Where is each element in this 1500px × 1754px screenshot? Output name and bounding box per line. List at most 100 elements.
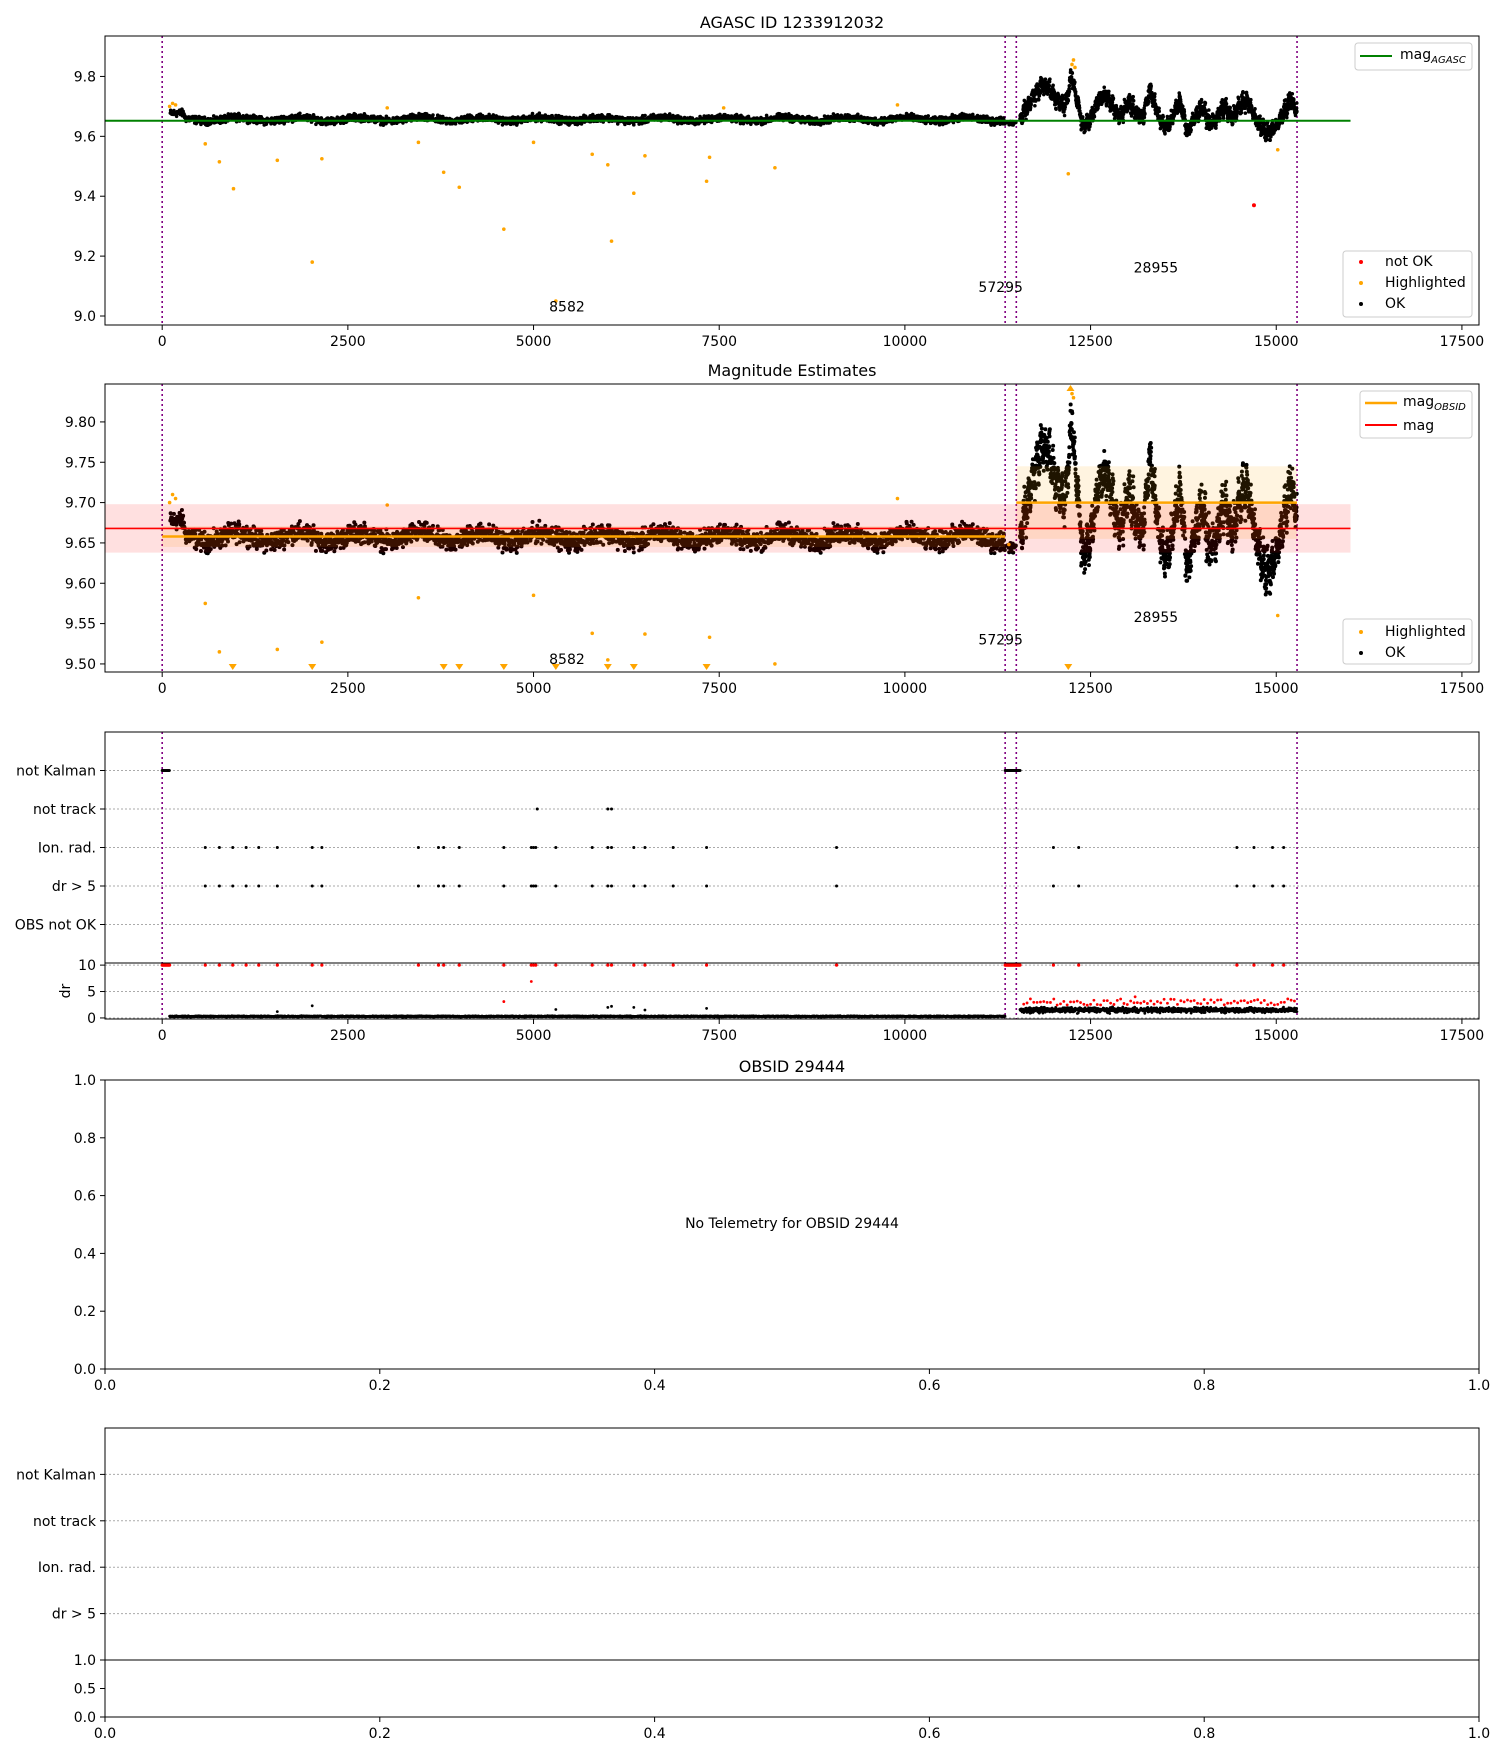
ok-point — [1153, 98, 1157, 102]
ok-point — [1047, 84, 1051, 88]
panel2-title: Magnitude Estimates — [708, 361, 877, 380]
ok-point — [1132, 99, 1136, 103]
y-tick-label: 9.2 — [74, 249, 96, 265]
y-tick-label: 9.0 — [74, 309, 96, 325]
highlighted-point — [632, 191, 636, 195]
ok-point — [926, 114, 930, 118]
highlighted-point — [610, 239, 614, 243]
ok-point — [1088, 122, 1092, 126]
ok-point — [1237, 97, 1241, 101]
y-tick-label: 9.8 — [74, 69, 96, 85]
ok-point — [1073, 80, 1077, 84]
ok-point — [1093, 115, 1097, 119]
ok-point — [431, 113, 435, 117]
ok-point — [1204, 101, 1208, 105]
ok-point — [1153, 92, 1157, 96]
ok-point — [1131, 103, 1135, 107]
highlighted-point — [310, 260, 314, 264]
highlighted-point — [232, 187, 236, 191]
ok-point — [1029, 103, 1033, 107]
ok-point — [1078, 106, 1082, 110]
ok-point — [1181, 105, 1185, 109]
highlighted-point — [385, 106, 389, 110]
ok-point — [1286, 112, 1290, 116]
ok-point — [1182, 110, 1186, 114]
highlighted-point — [457, 185, 461, 189]
ok-point — [1231, 122, 1235, 126]
highlighted-point — [442, 170, 446, 174]
highlighted-point — [168, 105, 172, 109]
highlighted-point — [417, 141, 421, 145]
highlighted-point — [203, 142, 207, 146]
highlighted-point — [276, 158, 280, 162]
highlighted-point — [218, 160, 222, 164]
y-tick-label: 9.4 — [74, 189, 96, 205]
ok-point — [1143, 112, 1147, 116]
x-tick-label: 10000 — [883, 334, 928, 350]
ok-point — [1240, 111, 1244, 115]
highlighted-point — [174, 103, 178, 107]
ok-point — [1207, 108, 1211, 112]
ok-point — [1285, 116, 1289, 120]
highlighted-point — [1070, 63, 1074, 67]
panel1-title: AGASC ID 1233912032 — [700, 13, 884, 32]
ok-point — [1026, 110, 1030, 114]
ok-point — [1077, 101, 1081, 105]
x-tick-label: 17500 — [1440, 334, 1485, 350]
ok-point — [1249, 98, 1253, 102]
obsid-label: 28955 — [1134, 261, 1179, 277]
highlighted-point — [1073, 66, 1077, 70]
ok-point — [1157, 110, 1161, 114]
ok-point — [1295, 110, 1299, 114]
x-tick-label: 0 — [158, 334, 167, 350]
y-tick-label: 9.6 — [74, 129, 96, 145]
ok-point — [1292, 98, 1296, 102]
ok-point — [1222, 116, 1226, 120]
ok-point — [632, 123, 636, 127]
ok-point — [1157, 106, 1161, 110]
highlighted-point — [502, 227, 506, 231]
ok-point — [1051, 83, 1055, 87]
highlighted-point — [606, 163, 610, 167]
x-tick-label: 15000 — [1254, 334, 1299, 350]
ok-point — [1295, 106, 1299, 110]
highlighted-point — [643, 154, 647, 158]
ok-point — [1044, 77, 1048, 81]
panel1-axes — [105, 36, 1479, 325]
ok-point — [1214, 123, 1218, 127]
ok-point — [1063, 114, 1067, 118]
ok-point — [1171, 122, 1175, 126]
ok-point — [1224, 97, 1228, 101]
panel4-title: OBSID 29444 — [739, 1057, 845, 1076]
ok-point — [531, 112, 535, 116]
not-ok-point — [1252, 203, 1256, 207]
ok-point — [298, 111, 302, 115]
ok-point — [1228, 106, 1232, 110]
highlighted-point — [1066, 172, 1070, 176]
obsid-label: 8582 — [549, 300, 585, 316]
ok-point — [856, 113, 860, 117]
ok-point — [1161, 115, 1165, 119]
ok-point — [1102, 85, 1106, 89]
ok-point — [1037, 98, 1041, 102]
ok-point — [1244, 111, 1248, 115]
x-tick-label: 7500 — [701, 334, 737, 350]
highlighted-point — [705, 179, 709, 183]
ok-point — [1268, 138, 1272, 142]
ok-point — [1048, 77, 1052, 81]
ok-point — [1250, 105, 1254, 109]
highlighted-point — [773, 166, 777, 170]
highlighted-point — [1072, 58, 1076, 62]
highlighted-point — [896, 103, 900, 107]
ok-point — [1105, 104, 1109, 108]
ok-point — [1131, 95, 1135, 99]
ok-point — [1054, 107, 1058, 111]
x-tick-label: 2500 — [330, 334, 366, 350]
highlighted-point — [590, 152, 594, 156]
ok-point — [1068, 90, 1072, 94]
x-tick-label: 12500 — [1068, 334, 1113, 350]
x-tick-label: 5000 — [516, 334, 552, 350]
ok-point — [1079, 112, 1083, 116]
ok-point — [1225, 102, 1229, 106]
legend-label: not OK — [1385, 254, 1433, 270]
